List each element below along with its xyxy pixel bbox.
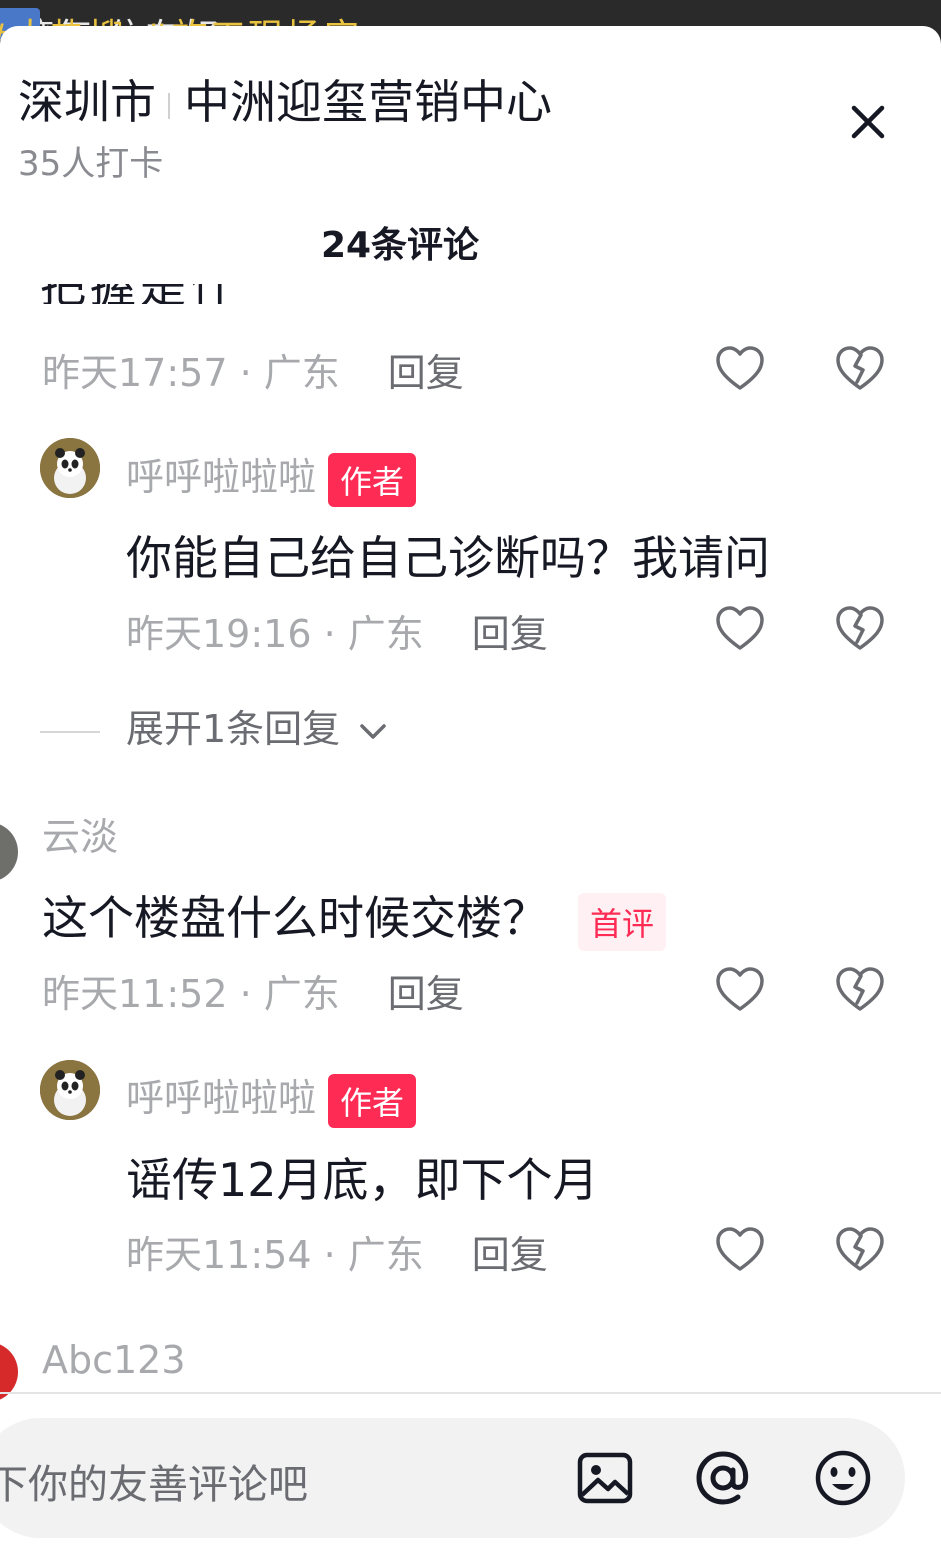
comment-meta: 昨天11:52 · 广东 回复	[42, 963, 464, 1016]
heart-outline-icon[interactable]	[713, 1223, 767, 1277]
poi-city: 深圳市	[18, 75, 156, 129]
image-icon[interactable]	[575, 1448, 635, 1508]
poi-separator	[168, 92, 170, 119]
chevron-down-icon	[360, 723, 387, 739]
comment-text[interactable]: 这个楼盘什么时候交楼？ 首评	[42, 882, 667, 951]
emoji-icon[interactable]	[813, 1448, 873, 1508]
close-icon[interactable]	[840, 94, 896, 150]
broken-heart-icon[interactable]	[833, 602, 887, 656]
heart-outline-icon[interactable]	[713, 963, 767, 1017]
avatar[interactable]	[40, 438, 100, 498]
expand-replies-button[interactable]: 展开1条回复	[40, 698, 390, 751]
broken-heart-icon[interactable]	[833, 342, 887, 396]
poi-checkin-count: 35人打卡	[18, 144, 164, 184]
comment-author-name[interactable]: Abc123	[42, 1338, 186, 1382]
reply-button[interactable]: 回复	[388, 351, 464, 395]
comment-author-name[interactable]: 云淡	[42, 806, 118, 861]
reply-button[interactable]: 回复	[388, 972, 464, 1016]
comment-text[interactable]: 谣传12月底，即下个月	[126, 1144, 599, 1210]
avatar[interactable]	[0, 822, 18, 882]
at-icon[interactable]	[693, 1448, 753, 1508]
input-divider	[0, 1392, 941, 1394]
comment-meta: 昨天19:16 · 广东 回复	[126, 603, 548, 656]
comment-time-location: 昨天11:52 · 广东	[42, 972, 340, 1016]
poi-title[interactable]: 深圳市 中洲迎玺营销中心	[18, 66, 552, 132]
heart-outline-icon[interactable]	[713, 342, 767, 396]
comment-text[interactable]: 你能自己给自己诊断吗？我请问	[126, 522, 770, 588]
comment-input[interactable]: 下你的友善评论吧	[0, 1452, 308, 1510]
expand-divider	[40, 730, 100, 733]
comment-time-location: 昨天19:16 · 广东	[126, 612, 424, 656]
broken-heart-icon[interactable]	[833, 1223, 887, 1277]
reply-button[interactable]: 回复	[472, 612, 548, 656]
avatar[interactable]	[40, 1060, 100, 1120]
comment-meta: 昨天11:54 · 广东 回复	[126, 1224, 548, 1277]
author-badge: 作者	[328, 452, 417, 507]
comments-sheet: 深圳市中洲迎玺营销中心 35人打卡 24条评论 把握是什 昨天17:57 · 广…	[0, 26, 941, 1562]
comment-count-title: 24条评论	[320, 225, 480, 266]
broken-heart-icon[interactable]	[833, 963, 887, 1017]
heart-outline-icon[interactable]	[713, 602, 767, 656]
comment-author-name[interactable]: 呼呼啦啦啦 作者	[126, 446, 417, 507]
comment-time-location: 昨天11:54 · 广东	[126, 1233, 424, 1277]
reply-button[interactable]: 回复	[472, 1233, 548, 1277]
comment-text-cutoff: 把握是什	[40, 284, 260, 304]
author-badge: 作者	[328, 1073, 417, 1128]
expand-replies-label: 展开1条回复	[126, 707, 341, 751]
first-comment-badge: 首评	[578, 892, 667, 951]
poi-name: 中洲迎玺营销中心	[184, 75, 552, 129]
comment-author-name[interactable]: 呼呼啦啦啦 作者	[126, 1067, 417, 1128]
comment-meta: 昨天17:57 · 广东 回复	[42, 342, 464, 395]
comment-time-location: 昨天17:57 · 广东	[42, 351, 340, 395]
